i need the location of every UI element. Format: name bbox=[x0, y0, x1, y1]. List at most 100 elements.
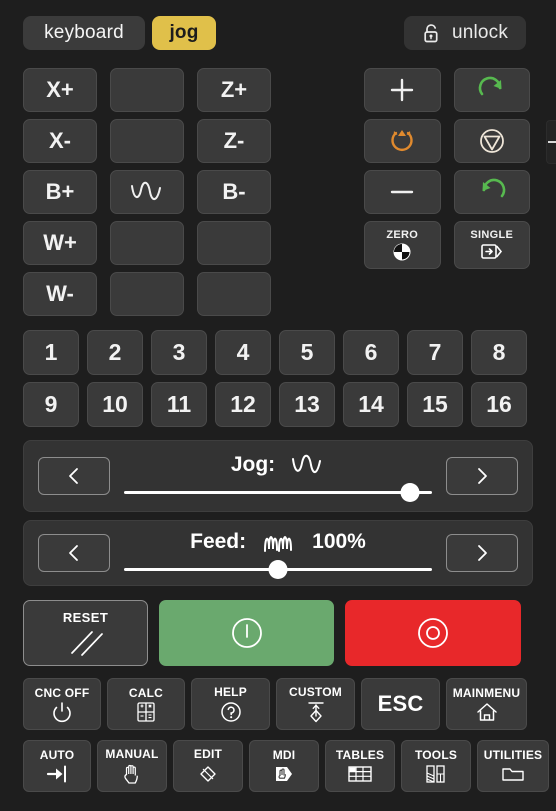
number-button-4[interactable]: 4 bbox=[215, 330, 271, 375]
spindle-ccw-button[interactable] bbox=[453, 170, 530, 214]
function-row-top: CNC OFF CALC HELP CUSTOM ESC MAINMENU bbox=[23, 678, 527, 730]
number-label: 11 bbox=[166, 391, 192, 417]
jog-slider-thumb[interactable] bbox=[400, 483, 420, 502]
single-block-button[interactable]: SINGLE bbox=[453, 221, 530, 269]
number-button-10[interactable]: 10 bbox=[87, 382, 143, 427]
number-label: 8 bbox=[492, 339, 506, 365]
spindle-increase-button[interactable] bbox=[364, 68, 441, 112]
cnc-off-label: CNC OFF bbox=[34, 685, 90, 700]
handle-grip bbox=[547, 141, 556, 143]
jog-slider[interactable]: Jog: bbox=[124, 450, 432, 502]
jog-slider-track[interactable] bbox=[124, 491, 432, 494]
panel-resize-handle[interactable] bbox=[546, 120, 556, 164]
number-label: 16 bbox=[486, 391, 512, 417]
axis-button-label: Z- bbox=[223, 128, 245, 153]
axis-button-b-minus[interactable]: B- bbox=[197, 170, 271, 214]
cnc-off-button[interactable]: CNC OFF bbox=[23, 678, 101, 730]
mainmenu-label: MAINMENU bbox=[452, 685, 521, 700]
number-button-6[interactable]: 6 bbox=[343, 330, 399, 375]
esc-button[interactable]: ESC bbox=[361, 678, 440, 730]
number-button-3[interactable]: 3 bbox=[151, 330, 207, 375]
spindle-row bbox=[364, 119, 530, 163]
number-button-13[interactable]: 13 bbox=[279, 382, 335, 427]
axis-button-w-plus[interactable]: W+ bbox=[23, 221, 97, 265]
spindle-orient-button[interactable] bbox=[364, 119, 441, 163]
axis-row: X- Z- bbox=[23, 119, 271, 163]
zero-button[interactable]: ZERO bbox=[364, 221, 441, 269]
custom-label: CUSTOM bbox=[289, 684, 342, 699]
axis-button-empty[interactable] bbox=[110, 119, 184, 163]
jog-increase-button[interactable] bbox=[446, 457, 518, 495]
feed-caption: Feed: 100% bbox=[124, 527, 432, 557]
single-step-icon bbox=[480, 242, 504, 261]
chevron-left-icon bbox=[66, 543, 82, 563]
spindle-cw-button[interactable] bbox=[453, 68, 530, 112]
tools-button[interactable]: TOOLS bbox=[401, 740, 471, 792]
number-button-16[interactable]: 16 bbox=[471, 382, 527, 427]
number-label: 2 bbox=[108, 339, 122, 365]
folder-icon bbox=[500, 763, 526, 785]
axis-button-label: B- bbox=[222, 179, 246, 204]
feed-slider[interactable]: Feed: 100% bbox=[124, 527, 432, 579]
axis-button-label: B+ bbox=[45, 179, 75, 204]
help-button[interactable]: HELP bbox=[191, 678, 270, 730]
number-label: 15 bbox=[422, 391, 448, 417]
axis-button-x-plus[interactable]: X+ bbox=[23, 68, 97, 112]
function-row-bottom: AUTO MANUAL EDIT MDI TABLES TOOLS UTILIT… bbox=[23, 740, 549, 792]
axis-button-empty[interactable] bbox=[110, 68, 184, 112]
axis-button-b-plus[interactable]: B+ bbox=[23, 170, 97, 214]
edit-mode-button[interactable]: EDIT bbox=[173, 740, 243, 792]
axis-button-z-minus[interactable]: Z- bbox=[197, 119, 271, 163]
axis-row: X+ Z+ bbox=[23, 68, 271, 112]
number-button-8[interactable]: 8 bbox=[471, 330, 527, 375]
spindle-orient-icon bbox=[385, 126, 419, 156]
utilities-button[interactable]: UTILITIES bbox=[477, 740, 549, 792]
cycle-stop-button[interactable] bbox=[345, 600, 521, 666]
axis-button-w-minus[interactable]: W- bbox=[23, 272, 97, 316]
number-button-12[interactable]: 12 bbox=[215, 382, 271, 427]
axis-button-x-minus[interactable]: X- bbox=[23, 119, 97, 163]
number-button-2[interactable]: 2 bbox=[87, 330, 143, 375]
question-mark-icon bbox=[219, 700, 243, 724]
cycle-start-button[interactable] bbox=[159, 600, 334, 666]
spindle-row: ZERO SINGLE bbox=[364, 221, 530, 269]
open-padlock-icon bbox=[422, 22, 442, 44]
axis-button-empty[interactable] bbox=[110, 272, 184, 316]
jog-speed-slider-group: Jog: bbox=[23, 440, 533, 512]
feed-slider-thumb[interactable] bbox=[268, 560, 288, 579]
single-label: SINGLE bbox=[470, 229, 514, 241]
jog-toggle-button[interactable]: jog bbox=[152, 16, 216, 50]
number-button-1[interactable]: 1 bbox=[23, 330, 79, 375]
keyboard-toggle-button[interactable]: keyboard bbox=[23, 16, 145, 50]
auto-mode-button[interactable]: AUTO bbox=[23, 740, 91, 792]
jog-decrease-button[interactable] bbox=[38, 457, 110, 495]
spindle-stop-button[interactable] bbox=[453, 119, 530, 163]
calculator-button[interactable]: CALC bbox=[107, 678, 185, 730]
axis-button-z-plus[interactable]: Z+ bbox=[197, 68, 271, 112]
spindle-decrease-button[interactable] bbox=[364, 170, 441, 214]
axis-button-empty[interactable] bbox=[197, 221, 271, 265]
number-label: 4 bbox=[236, 339, 250, 365]
number-button-9[interactable]: 9 bbox=[23, 382, 79, 427]
zero-pie-icon bbox=[392, 242, 412, 262]
reset-button[interactable]: RESET bbox=[23, 600, 148, 666]
jog-speed-wave-button[interactable] bbox=[110, 170, 184, 214]
mdi-mode-button[interactable]: MDI bbox=[249, 740, 319, 792]
number-button-15[interactable]: 15 bbox=[407, 382, 463, 427]
mainmenu-button[interactable]: MAINMENU bbox=[446, 678, 527, 730]
number-button-14[interactable]: 14 bbox=[343, 382, 399, 427]
number-button-11[interactable]: 11 bbox=[151, 382, 207, 427]
custom-button[interactable]: CUSTOM bbox=[276, 678, 355, 730]
feed-increase-button[interactable] bbox=[446, 534, 518, 572]
number-button-5[interactable]: 5 bbox=[279, 330, 335, 375]
axis-button-empty[interactable] bbox=[110, 221, 184, 265]
feed-decrease-button[interactable] bbox=[38, 534, 110, 572]
unlock-button[interactable]: unlock bbox=[404, 16, 526, 50]
number-button-7[interactable]: 7 bbox=[407, 330, 463, 375]
axis-jog-pad: X+ Z+ X- Z- B+ B- W+ W- bbox=[23, 68, 271, 323]
manual-mode-button[interactable]: MANUAL bbox=[97, 740, 167, 792]
tables-button[interactable]: TABLES bbox=[325, 740, 395, 792]
feed-value-label: 100% bbox=[312, 530, 366, 553]
axis-button-empty[interactable] bbox=[197, 272, 271, 316]
machine-action-row: RESET bbox=[23, 600, 533, 666]
